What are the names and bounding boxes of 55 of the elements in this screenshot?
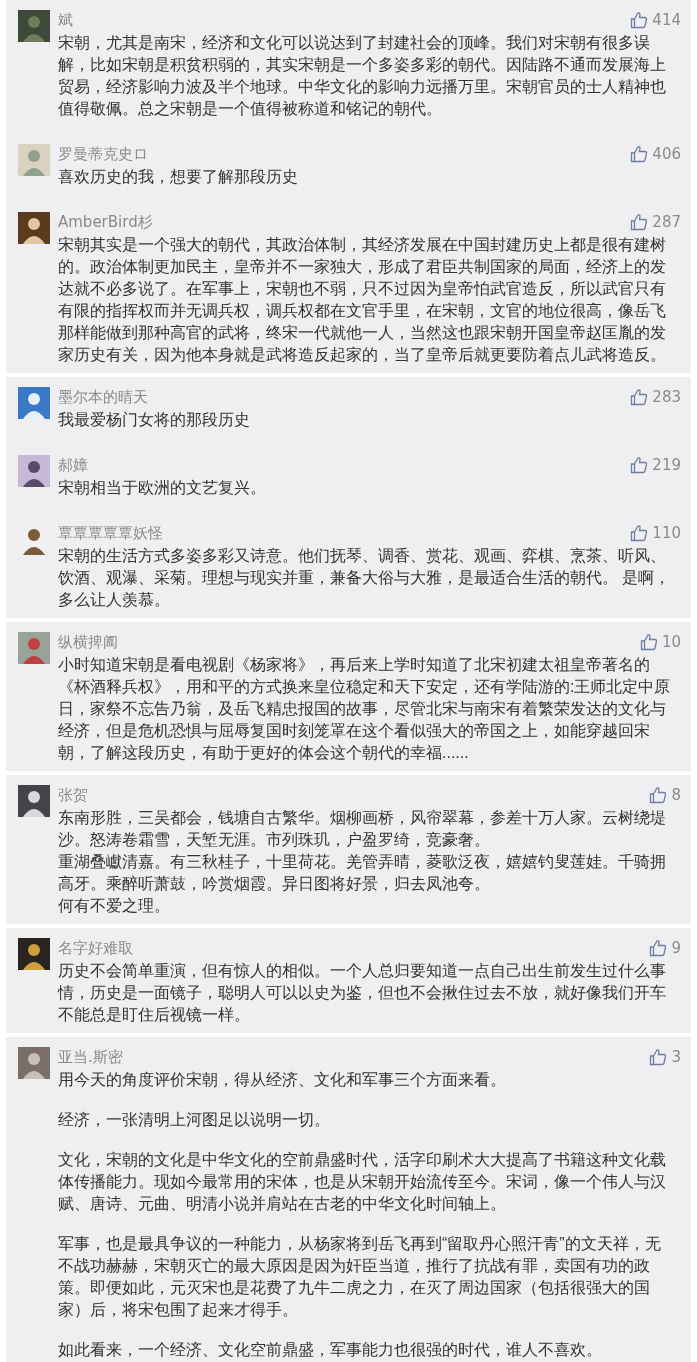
comment-text: 军事，也是最具争议的一种能力，从杨家将到岳飞再到“留取丹心照汗青”的文天祥，无不战功赫赫，宋朝灭亡的最大原因是因为奸臣当道，推行了抗战有罪，卖国有功的政策。即便如此，元灭宋也是花费了九牛二虎之力，在灭了周边国家（包括很强大的国家）后，将宋包围了起来才得手。 bbox=[58, 1234, 662, 1320]
thumbs-up-icon[interactable] bbox=[630, 11, 649, 29]
like-count: 9 bbox=[671, 939, 681, 957]
like-count: 219 bbox=[652, 456, 681, 474]
thumbs-up-icon[interactable] bbox=[630, 213, 649, 231]
comment-text: 宋朝相当于欧洲的文艺复兴。 bbox=[58, 478, 267, 498]
thumbs-up-icon[interactable] bbox=[649, 939, 668, 957]
avatar bbox=[18, 455, 50, 487]
like-count: 287 bbox=[652, 213, 681, 231]
username[interactable]: 斌 bbox=[58, 10, 73, 30]
username[interactable]: 张贺 bbox=[58, 785, 88, 805]
thumbs-up-icon[interactable] bbox=[630, 456, 649, 474]
thumbs-up-icon[interactable] bbox=[649, 1048, 668, 1066]
username[interactable]: 覃覃覃覃覃妖怪 bbox=[58, 523, 163, 543]
thumbs-up-icon[interactable] bbox=[649, 786, 668, 804]
avatar bbox=[18, 10, 50, 42]
thumbs-up-icon[interactable] bbox=[639, 633, 658, 651]
comment-text: 重湖叠巘清嘉。有三秋桂子，十里荷花。羌管弄晴，菱歌泛夜，嬉嬉钓叟莲娃。千骑拥高牙。乘醉听萧鼓，吟赏烟霞。异日图将好景，归去凤池夸。 bbox=[58, 852, 667, 894]
comment-text: 我最爱杨门女将的那段历史 bbox=[58, 410, 251, 430]
like-count: 283 bbox=[652, 388, 681, 406]
like-count: 10 bbox=[661, 633, 681, 651]
avatar bbox=[18, 938, 50, 970]
avatar bbox=[18, 144, 50, 176]
comment-text: 历史不会简单重演，但有惊人的相似。一个人总归要知道一点自己出生前发生过什么事情，历史是一面镜子，聪明人可以以史为鉴，但也不会揪住过去不放，就好像我们开车不能总是盯住后视镜一样。 bbox=[58, 961, 667, 1025]
avatar bbox=[18, 387, 50, 419]
comment-text: 文化，宋朝的文化是中华文化的空前鼎盛时代，活字印刷术大大提高了书籍这种文化载体传播能力。现如今最常用的宋体，也是从宋朝开始流传至今。宋词，像一个伟人与汉赋、唐诗、元曲、明清小说并肩站在古老的中华文化时间轴上。 bbox=[58, 1150, 667, 1214]
username[interactable]: 纵横捭阖 bbox=[58, 632, 118, 652]
username[interactable]: 罗曼蒂克史ロ bbox=[58, 144, 148, 164]
comment-text: 小时知道宋朝是看电视剧《杨家将》，再后来上学时知道了北宋初建太祖皇帝著名的《杯酒释兵权》，用和平的方式换来皇位稳定和天下安定，还有学陆游的:王师北定中原日，家祭不忘告乃翁，及岳飞精忠报国的故事，尽管北宋与南宋有着繁荣发达的文化与经济，但是危机恐惧与屈辱复国时刻笼罩在这个看似强大的帝国之上，如能穿越回宋朝，了解这段历史，有助于更好的体会这个朝代的幸福...... bbox=[58, 655, 672, 763]
comment-text: 喜欢历史的我，想要了解那段历史 bbox=[58, 167, 299, 187]
comment-text: 何有不爱之理。 bbox=[58, 896, 171, 916]
comment-text: 用今天的角度评价宋朝，得从经济、文化和军事三个方面来看。 bbox=[58, 1070, 507, 1090]
avatar bbox=[18, 1047, 50, 1079]
username[interactable]: AmberBird杉 bbox=[58, 212, 153, 232]
like-count: 406 bbox=[652, 145, 681, 163]
username[interactable]: 名字好难取 bbox=[58, 938, 133, 958]
username[interactable]: 墨尔本的晴天 bbox=[58, 387, 148, 407]
like-count: 8 bbox=[671, 786, 681, 804]
like-count: 414 bbox=[652, 11, 681, 29]
comment-text: 宋朝，尤其是南宋，经济和文化可以说达到了封建社会的顶峰。我们对宋朝有很多误解，比如宋朝是积贫积弱的，其实宋朝是一个多姿多彩的朝代。因陆路不通而发展海上贸易，经济影响力波及半个地球。中华文化的影响力远播万里。宋朝官员的士人精神也值得敬佩。总之宋朝是一个值得被称道和铭记的朝代。 bbox=[58, 33, 667, 119]
avatar bbox=[18, 785, 50, 817]
username[interactable]: 郝嫜 bbox=[58, 455, 88, 475]
comment-text: 如此看来，一个经济、文化空前鼎盛，军事能力也很强的时代，谁人不喜欢。 bbox=[58, 1340, 603, 1360]
like-count: 110 bbox=[652, 524, 681, 542]
avatar bbox=[18, 212, 50, 244]
like-count: 3 bbox=[671, 1048, 681, 1066]
comment-text: 东南形胜，三吴都会，钱塘自古繁华。烟柳画桥，风帘翠幕，参差十万人家。云树绕堤沙。怒涛卷霜雪，天堑无涯。市列珠玑，户盈罗绮，竞豪奢。 bbox=[58, 808, 667, 850]
thumbs-up-icon[interactable] bbox=[630, 524, 649, 542]
comment-text: 宋朝其实是一个强大的朝代，其政治体制，其经济发展在中国封建历史上都是很有建树的。政治体制更加民主，皇帝并不一家独大，形成了君臣共制国家的局面，经济上的发达就不必多说了。在军事上，宋朝也不弱，只不过因为皇帝怕武官造反，所以武官只有有限的指挥权而并无调兵权，调兵权都在文官手里，在宋朝，文官的地位很高，像岳飞那样能做到那种高官的武将，终宋一代就他一人，当然这也跟宋朝开国皇帝赵匡胤的发家历史有关，因为他本身就是武将造反起家的，当了皇帝后就更要防着点儿武将造反。 bbox=[58, 235, 667, 365]
thumbs-up-icon[interactable] bbox=[630, 388, 649, 406]
avatar bbox=[18, 632, 50, 664]
comment-text: 经济，一张清明上河图足以说明一切。 bbox=[58, 1110, 331, 1130]
comment-text: 宋朝的生活方式多姿多彩又诗意。他们抚琴、调香、赏花、观画、弈棋、烹茶、听风、饮酒、观瀑、采菊。理想与现实并重，兼备大俗与大雅，是最适合生活的朝代。 是啊，多么让人羡慕。 bbox=[58, 546, 672, 610]
username[interactable]: 亚当.斯密 bbox=[58, 1047, 123, 1067]
thumbs-up-icon[interactable] bbox=[630, 145, 649, 163]
